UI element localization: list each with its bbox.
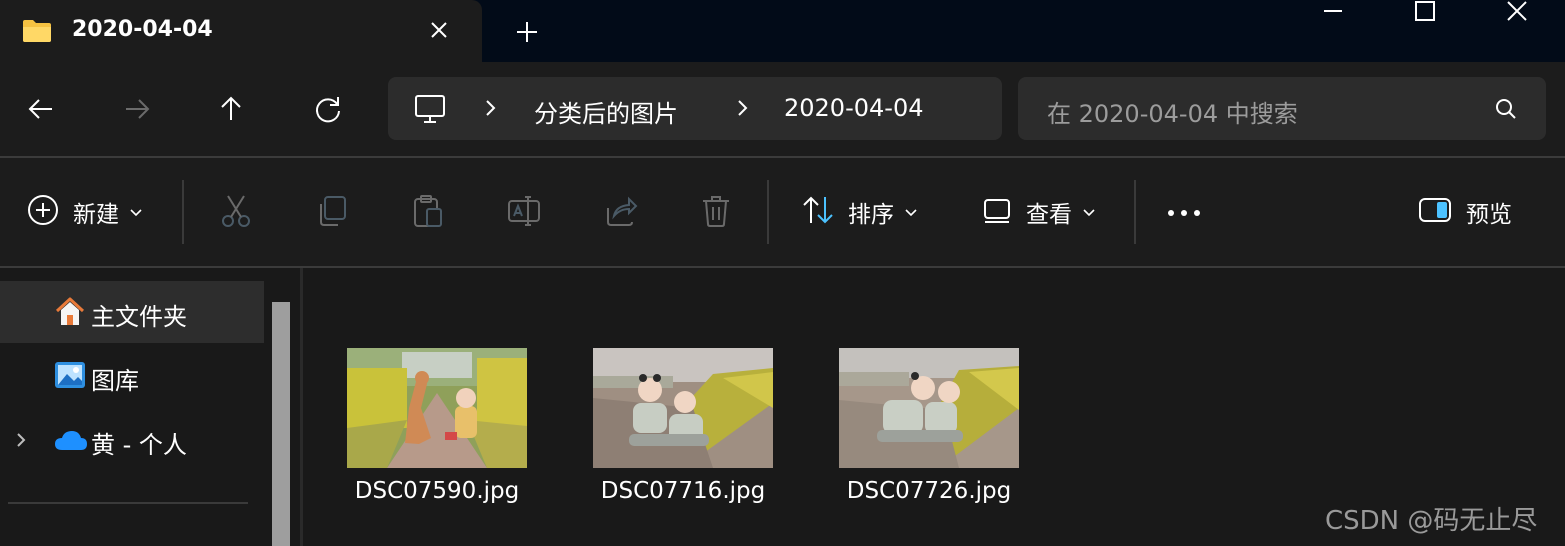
tab-title: 2020-04-04 xyxy=(72,17,213,42)
view-label: 查看 xyxy=(1026,202,1072,228)
file-name: DSC07716.jpg xyxy=(600,478,766,504)
close-tab-icon[interactable] xyxy=(425,16,453,44)
new-button[interactable]: 新建 xyxy=(27,158,143,266)
chevron-right-icon[interactable] xyxy=(734,97,752,119)
share-icon[interactable] xyxy=(604,194,638,232)
image-thumbnail xyxy=(593,348,773,468)
image-thumbnail xyxy=(347,348,527,468)
preview-pane-icon xyxy=(1418,197,1452,227)
home-icon xyxy=(54,296,86,332)
navigation-pane: 主文件夹 图库 黄 - 个人 xyxy=(0,268,300,546)
image-thumbnail xyxy=(839,348,1019,468)
preview-label: 预览 xyxy=(1466,202,1512,228)
more-icon[interactable] xyxy=(1166,204,1202,223)
arrow-right-icon[interactable] xyxy=(120,92,154,126)
view-button[interactable]: 查看 xyxy=(982,158,1096,266)
address-bar[interactable]: 分类后的图片 2020-04-04 xyxy=(388,77,1002,140)
divider xyxy=(767,180,769,244)
preview-pane-button[interactable]: 预览 xyxy=(1418,158,1512,266)
view-layout-icon xyxy=(982,196,1012,228)
divider xyxy=(8,502,248,504)
gallery-icon xyxy=(54,360,86,396)
title-bar: 2020-04-04 xyxy=(0,0,1565,62)
command-bar: 新建 排序 查看 预览 xyxy=(0,158,1565,266)
chevron-down-icon xyxy=(129,203,143,222)
refresh-icon[interactable] xyxy=(311,92,345,126)
folder-icon xyxy=(22,19,52,47)
chevron-right-icon[interactable] xyxy=(14,430,28,454)
sidebar-item-home[interactable]: 主文件夹 xyxy=(0,281,264,343)
tab-current[interactable]: 2020-04-04 xyxy=(0,0,482,62)
sort-label: 排序 xyxy=(848,202,894,228)
rename-icon[interactable] xyxy=(507,194,541,232)
search-placeholder: 在 2020-04-04 中搜索 xyxy=(1047,100,1298,128)
sidebar-item-gallery[interactable]: 图库 xyxy=(0,345,264,407)
divider xyxy=(1134,180,1136,244)
navigation-bar: 分类后的图片 2020-04-04 在 2020-04-04 中搜索 xyxy=(0,62,1565,156)
sidebar-item-label: 主文件夹 xyxy=(91,303,187,331)
breadcrumb-item[interactable]: 分类后的图片 xyxy=(534,94,678,129)
breadcrumb-item[interactable]: 2020-04-04 xyxy=(784,94,923,122)
new-tab-plus-icon[interactable] xyxy=(513,18,541,46)
copy-icon[interactable] xyxy=(316,194,348,232)
close-window-icon[interactable] xyxy=(1494,0,1540,24)
arrow-up-icon[interactable] xyxy=(214,92,248,126)
sidebar-item-label: 黄 - 个人 xyxy=(91,431,187,459)
chevron-down-icon xyxy=(1082,203,1096,222)
add-circle-icon xyxy=(27,194,59,230)
arrow-left-icon[interactable] xyxy=(24,92,58,126)
this-pc-icon[interactable] xyxy=(414,93,446,129)
chevron-down-icon xyxy=(904,203,918,222)
cut-icon[interactable] xyxy=(220,194,252,232)
sort-arrows-icon xyxy=(802,195,834,229)
file-name: DSC07726.jpg xyxy=(846,478,1012,504)
sort-button[interactable]: 排序 xyxy=(802,158,918,266)
onedrive-cloud-icon xyxy=(54,428,88,456)
delete-icon[interactable] xyxy=(700,194,732,232)
divider xyxy=(182,180,184,244)
chevron-right-icon[interactable] xyxy=(482,97,500,119)
search-icon[interactable] xyxy=(1494,97,1518,125)
maximize-icon[interactable] xyxy=(1402,0,1448,24)
search-input[interactable]: 在 2020-04-04 中搜索 xyxy=(1018,77,1546,140)
sidebar-item-onedrive[interactable]: 黄 - 个人 xyxy=(0,409,264,471)
file-name: DSC07590.jpg xyxy=(354,478,520,504)
minimize-icon[interactable] xyxy=(1310,0,1356,24)
sidebar-item-label: 图库 xyxy=(91,367,139,395)
scrollbar[interactable] xyxy=(272,302,290,546)
paste-icon[interactable] xyxy=(412,194,444,232)
watermark: CSDN @码无止尽 xyxy=(1325,506,1538,536)
new-label: 新建 xyxy=(73,202,119,228)
